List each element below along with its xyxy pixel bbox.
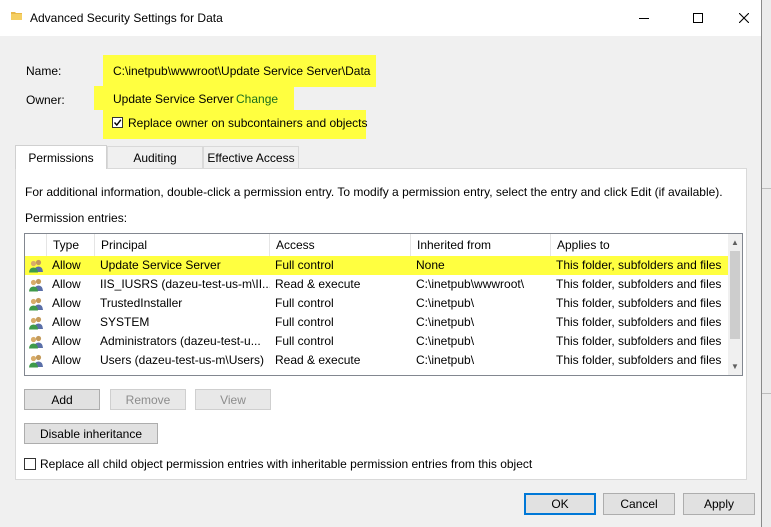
cancel-button[interactable]: Cancel [603,493,675,515]
info-text: For additional information, double-click… [25,185,723,199]
replace-owner-label[interactable]: Replace owner on subcontainers and objec… [128,116,367,130]
entry-type: Allow [52,258,81,272]
folder-icon [11,12,22,20]
entry-access: Read & execute [275,353,361,367]
close-icon [739,13,749,23]
table-row[interactable]: Allow Update Service Server Full control No… [25,256,728,275]
entry-type: Allow [52,353,81,367]
permission-entries-list[interactable]: Type Principal Access Inherited from App… [24,233,743,376]
close-button[interactable] [721,0,767,36]
maximize-icon [693,13,703,23]
entry-inherited-from: C:\inetpub\ [416,334,475,348]
entry-inherited-from: C:\inetpub\wwwroot\ [416,277,525,291]
tab-effective-access[interactable]: Effective Access [203,146,299,168]
entry-applies-to: This folder, subfolders and files [556,334,722,348]
owner-label: Owner: [26,93,65,107]
entry-applies-to: This folder, subfolders and files [556,258,722,272]
table-row[interactable]: Allow Users (dazeu-test-us-m\Users) Read &… [25,351,728,370]
user-group-icon [28,335,44,349]
remove-button[interactable]: Remove [110,389,186,410]
replace-all-child-label[interactable]: Replace all child object permission entr… [40,457,532,471]
table-row[interactable]: Allow IIS_IUSRS (dazeu-test-us-m\II... Rea… [25,275,728,294]
entry-principal: Administrators (dazeu-test-u... [100,334,261,348]
replace-owner-checkbox[interactable] [112,117,123,128]
entry-inherited-from: None [416,258,445,272]
entry-applies-to: This folder, subfolders and files [556,315,722,329]
user-group-icon [28,354,44,368]
entry-principal: TrustedInstaller [100,296,183,310]
entry-principal: IIS_IUSRS (dazeu-test-us-m\II... [100,277,270,291]
checkmark-icon [113,119,122,127]
header-principal[interactable]: Principal [95,234,270,256]
user-group-icon [28,259,44,273]
entry-access: Read & execute [275,277,361,291]
tab-auditing[interactable]: Auditing [107,146,203,168]
view-button[interactable]: View [195,389,271,410]
user-group-icon [28,278,44,292]
ok-button[interactable]: OK [524,493,596,515]
list-scrollbar[interactable]: ▲ ▼ [728,234,742,375]
user-group-icon [28,297,44,311]
entry-principal: Users (dazeu-test-us-m\Users) [100,353,265,367]
entry-access: Full control [275,258,334,272]
background-window-strip [762,0,771,527]
owner-value: Update Service Server [113,92,234,106]
header-type[interactable]: Type [47,234,95,256]
disable-inheritance-button[interactable]: Disable inheritance [24,423,158,444]
entry-inherited-from: C:\inetpub\ [416,296,475,310]
list-header: Type Principal Access Inherited from App… [25,234,728,256]
scroll-down-arrow-icon[interactable]: ▼ [728,358,742,375]
window-title: Advanced Security Settings for Data [30,11,223,25]
entry-applies-to: This folder, subfolders and files [556,277,722,291]
table-row[interactable]: Allow Administrators (dazeu-test-u... Full… [25,332,728,351]
table-row[interactable]: Allow TrustedInstaller Full control C:\inet… [25,294,728,313]
header-applies-to[interactable]: Applies to [551,234,728,256]
scroll-thumb[interactable] [730,251,740,339]
header-icon-column[interactable] [25,234,47,256]
entry-access: Full control [275,334,334,348]
user-group-icon [28,316,44,330]
entry-type: Allow [52,296,81,310]
minimize-button[interactable] [621,0,667,36]
header-access[interactable]: Access [270,234,411,256]
security-settings-dialog: Advanced Security Settings for Data Name… [0,0,762,527]
table-row[interactable]: Allow SYSTEM Full control C:\inetpub\ This f… [25,313,728,332]
entry-principal: Update Service Server [100,258,221,272]
object-name-value: C:\inetpub\wwwroot\Update Service Server… [113,64,371,78]
header-inherited-from[interactable]: Inherited from [411,234,551,256]
entry-inherited-from: C:\inetpub\ [416,353,475,367]
entry-type: Allow [52,277,81,291]
entry-principal: SYSTEM [100,315,150,329]
maximize-button[interactable] [675,0,721,36]
entry-access: Full control [275,315,334,329]
tab-permissions[interactable]: Permissions [15,145,107,169]
minimize-icon [639,18,649,19]
name-label: Name: [26,64,62,78]
entry-access: Full control [275,296,334,310]
title-bar: Advanced Security Settings for Data [0,0,761,36]
entry-type: Allow [52,315,81,329]
apply-button[interactable]: Apply [683,493,755,515]
permission-entries-label: Permission entries: [25,211,128,225]
entry-applies-to: This folder, subfolders and files [556,296,722,310]
replace-all-child-checkbox[interactable] [24,458,36,470]
change-owner-link[interactable]: Change [236,92,278,106]
entry-applies-to: This folder, subfolders and files [556,353,722,367]
entry-inherited-from: C:\inetpub\ [416,315,475,329]
entry-type: Allow [52,334,81,348]
scroll-up-arrow-icon[interactable]: ▲ [728,234,742,251]
add-button[interactable]: Add [24,389,100,410]
